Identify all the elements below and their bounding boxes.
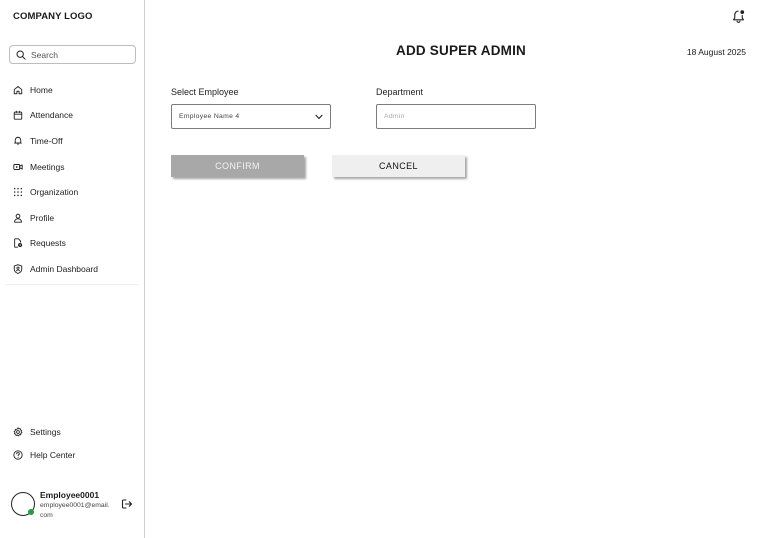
sidebar-item-meetings[interactable]: Meetings [0,154,144,180]
help-icon [13,450,23,460]
grid-icon [13,188,23,197]
sidebar-item-label: Profile [30,212,55,223]
sidebar-item-label: Requests [30,238,66,249]
employee-label: Select Employee [171,87,239,97]
sidebar-item-label: Settings [30,426,61,437]
page-title: ADD SUPER ADMIN [396,43,527,58]
online-status-indicator [28,509,34,515]
shield-user-icon [13,264,23,274]
sidebar-item-attendance[interactable]: Attendance [0,103,144,129]
cancel-button[interactable]: CANCEL [332,155,465,177]
sidebar-divider [6,284,138,285]
company-logo: COMPANY LOGO [13,11,93,22]
gear-icon [13,427,23,437]
sidebar-item-label: Meetings [30,161,65,172]
sidebar-item-label: Organization [30,187,79,198]
department-label: Department [376,87,424,97]
confirm-button[interactable]: CONFIRM [171,155,304,177]
department-field[interactable] [376,104,536,129]
sidebar-nav: Home Attendance Time-Off Meetings Organi… [0,77,144,282]
sidebar-item-requests[interactable]: Requests [0,231,144,257]
search-box[interactable] [9,45,136,64]
logout-icon[interactable] [121,498,133,510]
notification-bell-icon[interactable] [731,9,746,24]
sidebar-item-profile[interactable]: Profile [0,205,144,231]
employee-select[interactable]: Employee Name 4 [171,104,331,129]
sidebar-item-label: Help Center [30,450,76,461]
sidebar: COMPANY LOGO Home [0,0,145,538]
sidebar-item-help-center[interactable]: Help Center [0,444,144,468]
user-name: Employee0001 [40,490,100,500]
app-window: COMPANY LOGO Home [0,0,768,538]
document-clock-icon [14,238,23,248]
sidebar-item-home[interactable]: Home [0,77,144,103]
calendar-icon [13,111,23,121]
sidebar-bottom-nav: Settings Help Center [0,420,144,467]
sidebar-item-organization[interactable]: Organization [0,179,144,205]
search-icon [16,50,26,60]
video-icon [13,163,23,170]
user-card: Employee0001 employee0001@email.com [11,489,141,523]
current-date: 18 August 2025 [686,47,746,57]
sidebar-item-label: Attendance [30,110,74,121]
sidebar-item-time-off[interactable]: Time-Off [0,128,144,154]
search-input[interactable] [31,49,131,60]
user-email: employee0001@email.com [40,502,110,519]
home-icon [13,85,23,95]
sidebar-item-label: Home [30,84,53,95]
sidebar-item-admin-dashboard[interactable]: Admin Dashboard [0,256,144,282]
employee-select-value: Employee Name 4 [179,113,240,120]
sidebar-item-label: Time-Off [30,135,63,146]
user-icon [14,213,22,223]
sidebar-item-settings[interactable]: Settings [0,420,144,444]
chevron-down-icon [315,114,323,119]
umbrella-icon [14,136,22,146]
sidebar-item-label: Admin Dashboard [30,263,99,274]
